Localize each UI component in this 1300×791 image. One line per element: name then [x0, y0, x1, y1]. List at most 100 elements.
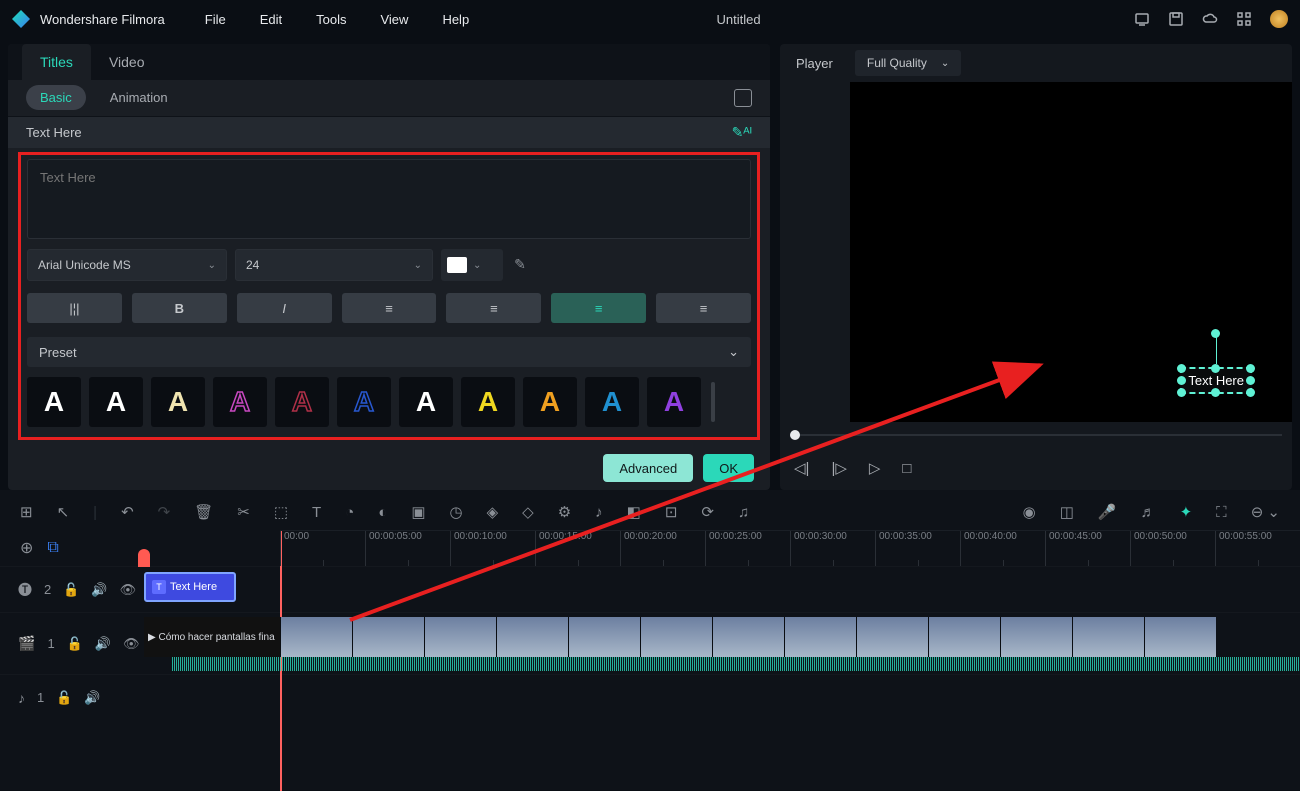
- quality-dropdown[interactable]: Full Quality⌄: [855, 50, 961, 76]
- video-clip[interactable]: [424, 617, 496, 657]
- video-clip[interactable]: [640, 617, 712, 657]
- subtab-animation[interactable]: Animation: [96, 85, 182, 110]
- tab-titles[interactable]: Titles: [22, 44, 91, 80]
- snap-icon[interactable]: ✦: [1180, 503, 1193, 521]
- text-tool-icon[interactable]: T: [312, 504, 321, 521]
- spacing-button[interactable]: |¦|: [27, 293, 122, 323]
- adjust-icon[interactable]: ⚙: [558, 503, 571, 521]
- detach-audio-icon[interactable]: ♫: [738, 504, 749, 521]
- zoom-out-icon[interactable]: ⊖ ⌄: [1251, 503, 1280, 521]
- font-family-dropdown[interactable]: Arial Unicode MS⌄: [27, 249, 227, 281]
- expand-icon[interactable]: ⛶: [1216, 504, 1227, 521]
- timeline-marker[interactable]: [138, 549, 150, 567]
- preset-style-9[interactable]: A: [523, 377, 577, 427]
- preset-style-11[interactable]: A: [647, 377, 701, 427]
- track-eye-icon[interactable]: 👁: [123, 636, 140, 652]
- undo-icon[interactable]: ↶: [121, 503, 134, 521]
- preset-style-4[interactable]: A: [213, 377, 267, 427]
- render-icon[interactable]: ⟳: [701, 503, 714, 521]
- preset-style-8[interactable]: A: [461, 377, 515, 427]
- track-mute-icon[interactable]: 🔊: [95, 636, 111, 652]
- align-right-button[interactable]: ≡: [551, 293, 646, 323]
- save-preset-icon[interactable]: [734, 89, 752, 107]
- track-lock-icon[interactable]: 🔓: [63, 582, 79, 598]
- preset-scrollbar[interactable]: [711, 382, 715, 422]
- crop-icon[interactable]: ⬚: [274, 503, 288, 521]
- preset-style-5[interactable]: A: [275, 377, 329, 427]
- prev-frame-button[interactable]: ◁|: [794, 459, 809, 477]
- preview-canvas[interactable]: Text Here: [850, 82, 1292, 422]
- sound-icon[interactable]: ♬: [1141, 504, 1156, 521]
- align-justify-button[interactable]: ≡: [656, 293, 751, 323]
- keyframe-icon[interactable]: ◈: [487, 503, 499, 521]
- preset-style-2[interactable]: A: [89, 377, 143, 427]
- video-clip-0[interactable]: ▶ Cómo hacer pantallas fina: [144, 617, 280, 657]
- audio-edit-icon[interactable]: ♪: [595, 504, 603, 521]
- marker-tool-icon[interactable]: ◧: [627, 503, 641, 521]
- title-overlay-widget[interactable]: Text Here: [1180, 367, 1252, 394]
- video-clip[interactable]: [1072, 617, 1144, 657]
- menu-file[interactable]: File: [205, 12, 226, 27]
- apps-icon[interactable]: [1236, 11, 1252, 27]
- track-lock-icon[interactable]: 🔓: [56, 690, 72, 706]
- video-clip[interactable]: [496, 617, 568, 657]
- menu-edit[interactable]: Edit: [260, 12, 282, 27]
- video-clip[interactable]: [928, 617, 1000, 657]
- cut-icon[interactable]: ✂: [237, 503, 250, 521]
- eyedropper-icon[interactable]: ✎: [511, 256, 529, 274]
- pointer-tool-icon[interactable]: ↖: [57, 503, 70, 521]
- group-icon[interactable]: ⊡: [665, 503, 678, 521]
- ok-button[interactable]: OK: [703, 454, 754, 482]
- desktop-icon[interactable]: [1134, 11, 1150, 27]
- title-clip[interactable]: T Text Here: [144, 572, 236, 602]
- redo-icon[interactable]: ↷: [158, 503, 171, 521]
- link-icon[interactable]: ⧉: [47, 539, 58, 557]
- video-clip[interactable]: [352, 617, 424, 657]
- speed-icon[interactable]: ◔: [345, 504, 354, 521]
- video-clip[interactable]: [784, 617, 856, 657]
- marker-icon[interactable]: ◫: [1060, 503, 1074, 521]
- video-clip[interactable]: [712, 617, 784, 657]
- insert-icon[interactable]: ⊕: [20, 538, 33, 558]
- ai-edit-icon[interactable]: ✎ᴬᴵ: [732, 124, 752, 141]
- duration-icon[interactable]: ◷: [450, 503, 463, 521]
- preset-dropdown[interactable]: Preset⌄: [27, 337, 751, 367]
- preset-style-3[interactable]: A: [151, 377, 205, 427]
- align-left-button[interactable]: ≡: [342, 293, 437, 323]
- track-eye-icon[interactable]: 👁: [120, 582, 137, 598]
- timeline-ruler[interactable]: 00:00 00:00:05:00 00:00:10:00 00:00:15:0…: [280, 530, 1300, 566]
- stop-button[interactable]: □: [902, 460, 911, 477]
- video-clip[interactable]: [856, 617, 928, 657]
- advanced-button[interactable]: Advanced: [603, 454, 693, 482]
- preset-style-10[interactable]: A: [585, 377, 639, 427]
- title-text-input[interactable]: [27, 159, 751, 239]
- video-clip-row[interactable]: ▶ Cómo hacer pantallas fina: [144, 617, 1216, 657]
- save-icon[interactable]: [1168, 11, 1184, 27]
- progress-knob[interactable]: [790, 430, 800, 440]
- text-color-picker[interactable]: ⌄: [441, 249, 503, 281]
- play-button[interactable]: ▷: [869, 459, 881, 477]
- video-clip[interactable]: [280, 617, 352, 657]
- track-mute-icon[interactable]: 🔊: [84, 690, 100, 706]
- voiceover-icon[interactable]: 🎤: [1098, 503, 1117, 521]
- bold-button[interactable]: B: [132, 293, 227, 323]
- transform-icon[interactable]: ◇: [522, 503, 534, 521]
- mixer-icon[interactable]: ◉: [1023, 503, 1036, 521]
- playback-progress[interactable]: [780, 422, 1292, 446]
- delete-icon[interactable]: 🗑: [194, 503, 213, 521]
- cloud-icon[interactable]: [1202, 11, 1218, 27]
- preset-style-7[interactable]: A: [399, 377, 453, 427]
- video-clip[interactable]: [1000, 617, 1072, 657]
- mask-icon[interactable]: ▣: [411, 503, 425, 521]
- add-track-icon[interactable]: ⊞: [20, 503, 33, 521]
- track-mute-icon[interactable]: 🔊: [91, 582, 107, 598]
- track-lock-icon[interactable]: 🔓: [67, 636, 83, 652]
- preset-style-6[interactable]: A: [337, 377, 391, 427]
- color-icon[interactable]: ◐: [378, 504, 387, 521]
- preset-style-1[interactable]: A: [27, 377, 81, 427]
- tab-video[interactable]: Video: [91, 44, 163, 80]
- video-clip[interactable]: [1144, 617, 1216, 657]
- avatar-icon[interactable]: [1270, 10, 1288, 28]
- subtab-basic[interactable]: Basic: [26, 85, 86, 110]
- menu-tools[interactable]: Tools: [316, 12, 346, 27]
